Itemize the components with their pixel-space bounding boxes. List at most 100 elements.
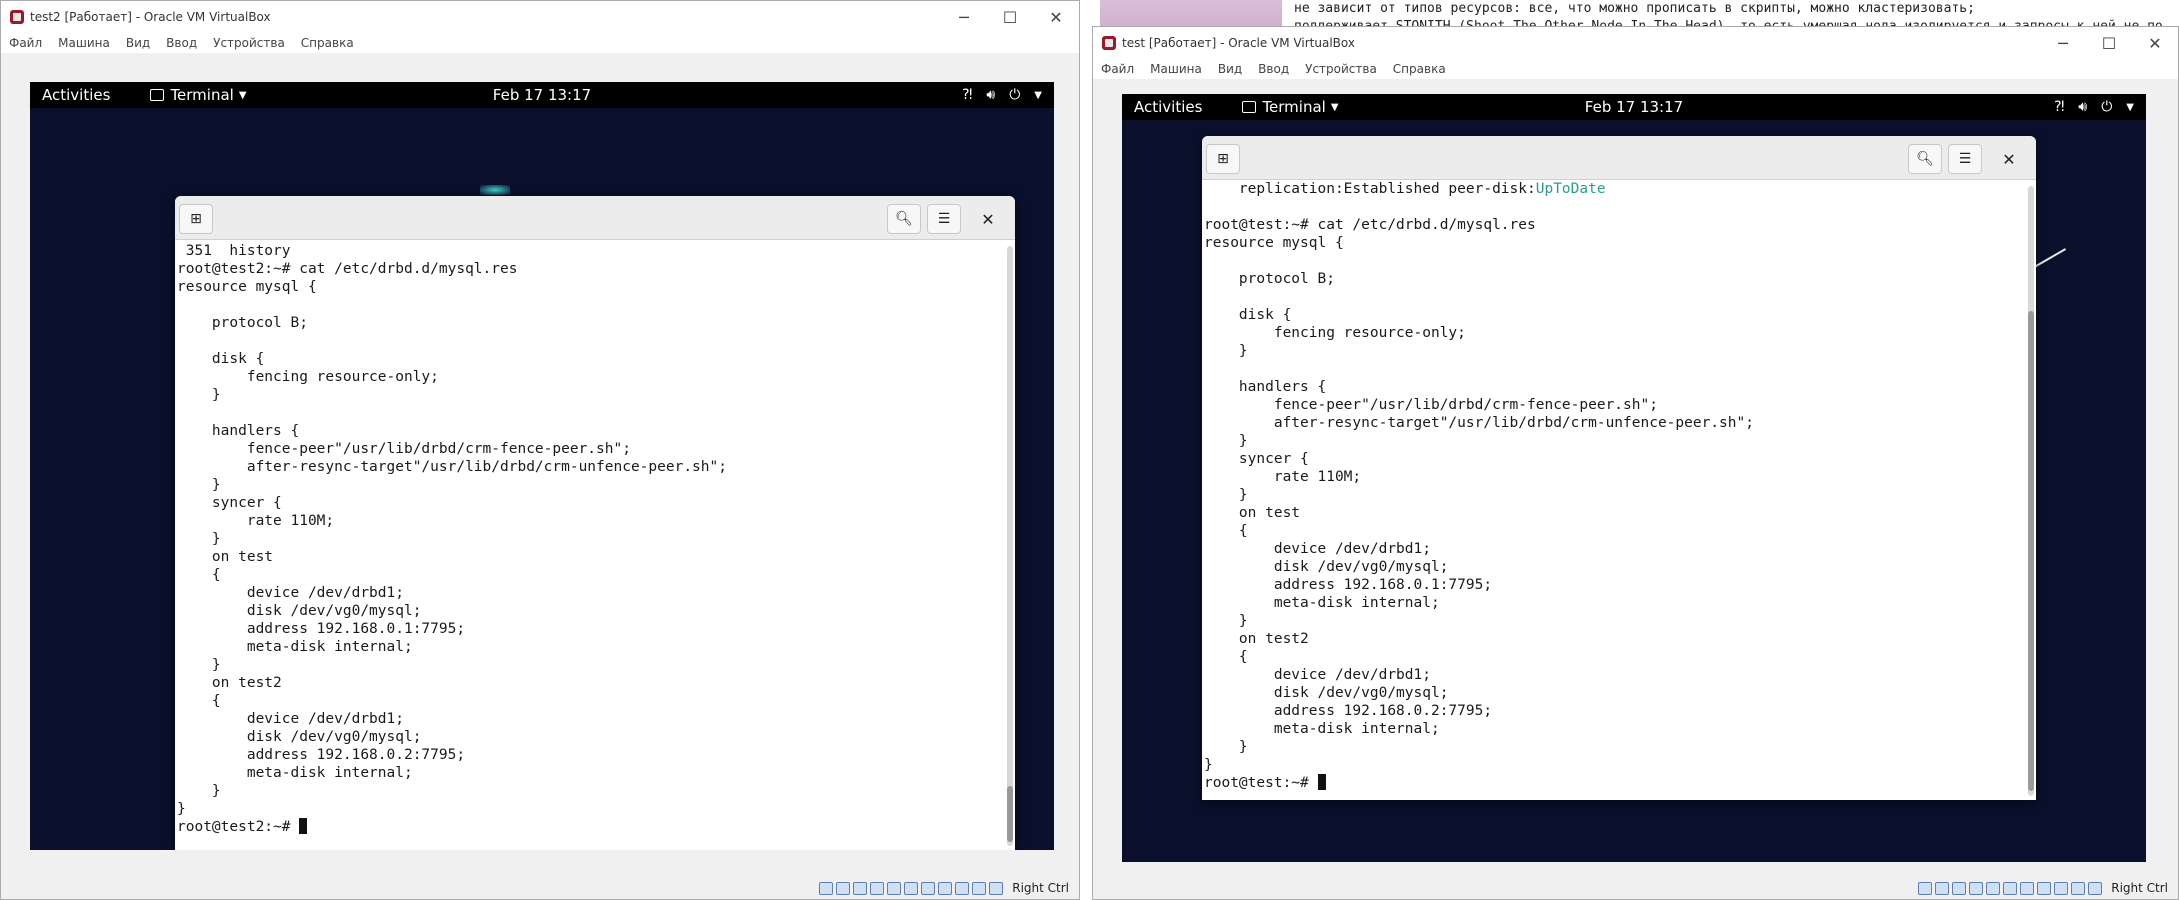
display-icon[interactable] [921, 881, 936, 895]
terminal-output[interactable]: 351 history root@test2:~# cat /etc/drbd.d… [175, 240, 1015, 850]
terminal-window: ⊞ 🔍︎ ☰ ✕ replication:Established peer-di… [1202, 136, 2036, 800]
terminal-line: { [177, 567, 221, 583]
search-icon[interactable]: 🔍︎ [887, 204, 921, 234]
terminal-output[interactable]: replication:Established peer-disk:UpToDa… [1202, 180, 2036, 800]
minimize-icon[interactable]: ─ [2040, 27, 2086, 59]
network-icon: ⁈ [2054, 99, 2065, 115]
terminal-prompt[interactable]: root@test2:~# [177, 818, 1015, 836]
menu-input[interactable]: Ввод [166, 36, 197, 50]
network-adapter-icon[interactable] [870, 881, 885, 895]
terminal-line: on test [177, 549, 274, 565]
cpu-icon[interactable] [2054, 881, 2069, 895]
volume-icon: 🔊︎ [986, 87, 996, 103]
terminal-line: rate 110M; [1204, 469, 1362, 485]
menu-help[interactable]: Справка [301, 36, 354, 50]
maximize-icon[interactable]: ☐ [2086, 27, 2132, 59]
terminal-line: } [177, 801, 186, 817]
recording-icon[interactable] [938, 881, 953, 895]
shared-folders-icon[interactable] [2003, 881, 2018, 895]
close-icon[interactable]: ✕ [1033, 1, 1079, 33]
terminal-line: } [1204, 487, 1248, 503]
guest-screen[interactable]: Activities Terminal ▼ Feb 17 13:17 ⁈ 🔊︎ … [30, 82, 1054, 850]
recording-icon[interactable] [2037, 881, 2052, 895]
terminal-headerbar[interactable]: ⊞ 🔍︎ ☰ ✕ [175, 196, 1015, 240]
terminal-line: } [1204, 739, 1248, 755]
terminal-line: resource mysql { [177, 279, 317, 295]
menu-devices[interactable]: Устройства [1305, 62, 1377, 76]
system-tray[interactable]: ⁈ 🔊︎ ⏻ ▼ [2054, 99, 2134, 115]
minimize-icon[interactable]: ─ [941, 1, 987, 33]
terminal-app-menu[interactable]: Terminal ▼ [150, 86, 247, 104]
terminal-line: address 192.168.0.2:7795; [1204, 703, 1493, 719]
keyboard-icon[interactable] [2088, 881, 2103, 895]
close-icon[interactable]: ✕ [2132, 27, 2178, 59]
new-tab-icon[interactable]: ⊞ [179, 204, 213, 234]
mouse-integration-icon[interactable] [972, 881, 987, 895]
menu-view[interactable]: Вид [126, 36, 150, 50]
terminal-icon [150, 89, 165, 101]
terminal-line: disk /dev/vg0/mysql; [1204, 559, 1449, 575]
network-adapter-icon[interactable] [1969, 881, 1984, 895]
shared-folders-icon[interactable] [904, 881, 919, 895]
window-titlebar[interactable]: test [Работает] - Oracle VM VirtualBox ─… [1093, 27, 2178, 59]
activities-button[interactable]: Activities [42, 86, 110, 104]
scrollbar-thumb[interactable] [1007, 786, 1013, 842]
maximize-icon[interactable]: ☐ [987, 1, 1033, 33]
keyboard-icon[interactable] [989, 881, 1004, 895]
menu-help[interactable]: Справка [1393, 62, 1446, 76]
menu-devices[interactable]: Устройства [213, 36, 285, 50]
activities-button[interactable]: Activities [1134, 98, 1202, 116]
menu-file[interactable]: Файл [1101, 62, 1134, 76]
optical-drive-icon[interactable] [1935, 881, 1950, 895]
hamburger-menu-icon[interactable]: ☰ [1948, 144, 1982, 174]
usb-icon[interactable] [1986, 881, 2001, 895]
menu-file[interactable]: Файл [9, 36, 42, 50]
terminal-headerbar[interactable]: ⊞ 🔍︎ ☰ ✕ [1202, 136, 2036, 180]
prompt-text: root@test:~# [1204, 775, 1318, 791]
close-icon[interactable]: ✕ [973, 204, 1003, 234]
usb-icon[interactable] [887, 881, 902, 895]
guest-screen[interactable]: Activities Terminal ▼ Feb 17 13:17 ⁈ 🔊︎ … [1122, 94, 2146, 862]
system-tray[interactable]: ⁈ 🔊︎ ⏻ ▼ [962, 87, 1042, 103]
audio-icon[interactable] [1952, 881, 1967, 895]
menu-machine[interactable]: Машина [58, 36, 110, 50]
chevron-down-icon: ▼ [1330, 101, 1339, 113]
terminal-line: } [177, 477, 221, 493]
terminal-line: protocol B; [177, 315, 308, 331]
scrollbar-thumb[interactable] [2028, 311, 2034, 791]
search-icon[interactable]: 🔍︎ [1908, 144, 1942, 174]
terminal-line: } [1204, 343, 1248, 359]
network-icon: ⁈ [962, 87, 973, 103]
hamburger-menu-icon[interactable]: ☰ [927, 204, 961, 234]
terminal-line: device /dev/drbd1; [177, 711, 404, 727]
terminal-line: meta-disk internal; [1204, 721, 1440, 737]
window-titlebar[interactable]: test2 [Работает] - Oracle VM VirtualBox … [1, 1, 1079, 33]
terminal-line: fencing resource-only; [177, 369, 439, 385]
terminal-line: { [1204, 523, 1248, 539]
menu-input[interactable]: Ввод [1258, 62, 1289, 76]
optical-drive-icon[interactable] [836, 881, 851, 895]
menu-machine[interactable]: Машина [1150, 62, 1202, 76]
hdd-icon[interactable] [819, 881, 834, 895]
cpu-icon[interactable] [955, 881, 970, 895]
hdd-icon[interactable] [1918, 881, 1933, 895]
terminal-line: on test2 [1204, 631, 1309, 647]
vbox-menubar: Файл Машина Вид Ввод Устройства Справка [1093, 59, 2178, 79]
terminal-line: } [177, 531, 221, 547]
display-icon[interactable] [2020, 881, 2035, 895]
menu-view[interactable]: Вид [1218, 62, 1242, 76]
new-tab-icon[interactable]: ⊞ [1206, 144, 1240, 174]
audio-icon[interactable] [853, 881, 868, 895]
mouse-integration-icon[interactable] [2071, 881, 2086, 895]
scrollbar-track[interactable] [1007, 246, 1013, 846]
close-icon[interactable]: ✕ [1994, 144, 2024, 174]
gnome-top-bar: Activities Terminal ▼ Feb 17 13:17 ⁈ 🔊︎ … [1122, 94, 2146, 120]
host-key-label: Right Ctrl [1012, 881, 1069, 895]
terminal-app-menu[interactable]: Terminal ▼ [1242, 98, 1339, 116]
power-icon: ⏻ [2101, 99, 2113, 115]
terminal-line: syncer { [177, 495, 282, 511]
terminal-prompt[interactable]: root@test:~# [1204, 774, 2036, 792]
terminal-app-label: Terminal [1262, 98, 1326, 116]
